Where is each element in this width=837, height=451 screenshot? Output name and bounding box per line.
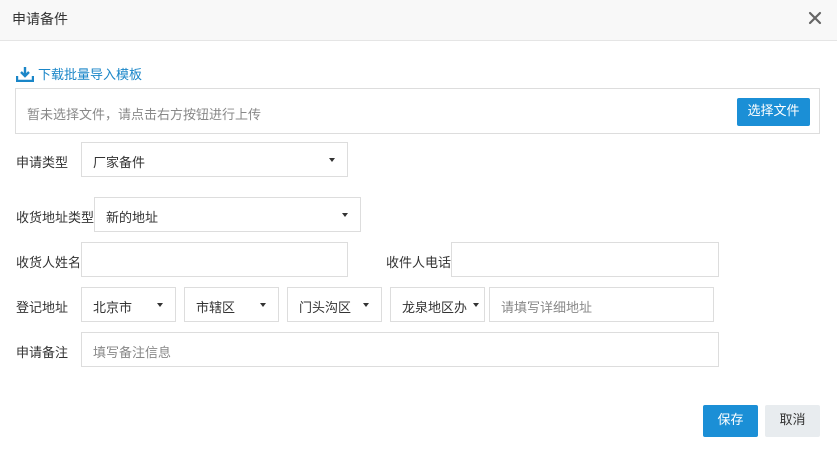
chevron-down-icon	[260, 303, 266, 307]
remark-input[interactable]: 填写备注信息	[81, 332, 719, 367]
cancel-button[interactable]: 取消	[765, 405, 820, 437]
close-icon[interactable]	[807, 10, 823, 26]
address-type-value: 新的地址	[106, 211, 159, 226]
detail-address-input[interactable]: 请填写详细地址	[489, 287, 714, 322]
dialog-header: 申请备件	[0, 0, 837, 41]
area-value: 门头沟区	[299, 301, 352, 316]
address-type-label: 收货地址类型	[16, 211, 95, 226]
chevron-down-icon	[157, 303, 163, 307]
download-icon	[16, 66, 34, 82]
file-upload-field: 暂未选择文件，请点击右方按钮进行上传 选择文件	[15, 88, 820, 134]
chevron-down-icon	[473, 303, 479, 307]
city-select[interactable]: 北京市	[81, 287, 176, 322]
apply-type-label: 申请类型	[16, 156, 69, 171]
district-value: 市辖区	[196, 301, 236, 316]
district-select[interactable]: 市辖区	[184, 287, 279, 322]
apply-type-select[interactable]: 厂家备件	[81, 142, 348, 177]
dialog-title: 申请备件	[12, 12, 68, 28]
receiver-phone-label: 收件人电话	[386, 256, 452, 271]
chevron-down-icon	[329, 158, 335, 162]
download-template-link[interactable]: 下载批量导入模板	[16, 64, 142, 83]
detail-address-placeholder: 请填写详细地址	[501, 301, 593, 316]
upload-placeholder: 暂未选择文件，请点击右方按钮进行上传	[27, 108, 262, 123]
apply-type-value: 厂家备件	[93, 156, 146, 171]
address-type-select[interactable]: 新的地址	[94, 197, 361, 232]
street-value: 龙泉地区办	[402, 301, 468, 316]
receiver-phone-input[interactable]	[451, 242, 719, 277]
remark-label: 申请备注	[16, 346, 69, 361]
save-button[interactable]: 保存	[703, 405, 758, 437]
chevron-down-icon	[363, 303, 369, 307]
register-address-label: 登记地址	[16, 301, 69, 316]
city-value: 北京市	[93, 301, 133, 316]
choose-file-button[interactable]: 选择文件	[737, 98, 810, 126]
receiver-name-label: 收货人姓名	[16, 256, 82, 271]
street-select[interactable]: 龙泉地区办	[390, 287, 485, 322]
area-select[interactable]: 门头沟区	[287, 287, 382, 322]
receiver-name-input[interactable]	[81, 242, 348, 277]
download-template-label[interactable]: 下载批量导入模板	[38, 64, 142, 83]
remark-placeholder: 填写备注信息	[93, 346, 172, 361]
chevron-down-icon	[342, 213, 348, 217]
